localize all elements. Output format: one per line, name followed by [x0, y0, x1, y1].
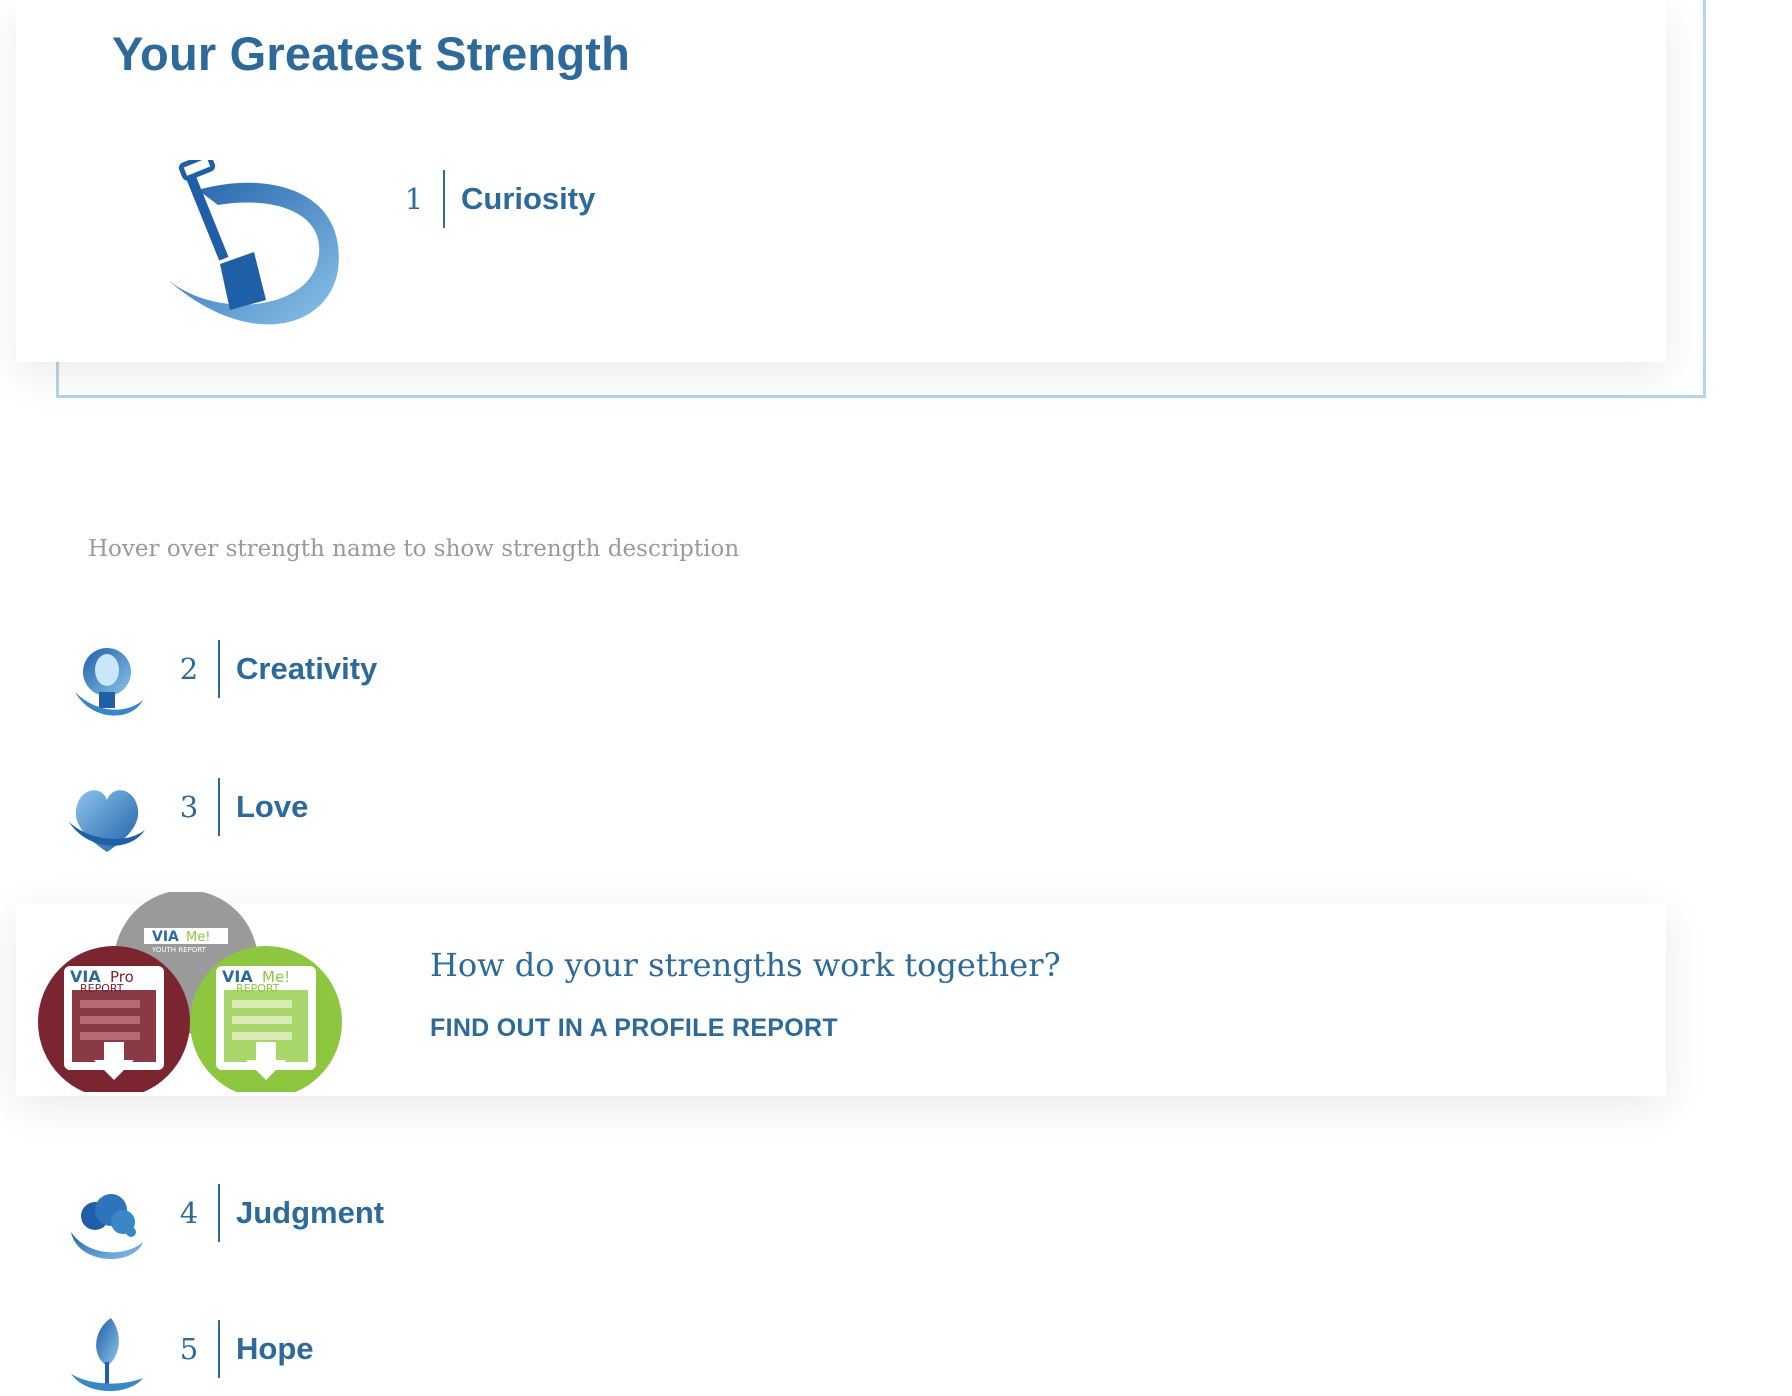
- strength-name-judgment[interactable]: Judgment: [236, 1195, 384, 1231]
- strength-name-love[interactable]: Love: [236, 789, 308, 825]
- love-heart-icon: [69, 790, 145, 852]
- strength-rank: 5: [179, 1332, 199, 1366]
- top-strength-row: 1 Curiosity: [401, 170, 595, 228]
- svg-text:VIA: VIA: [152, 929, 179, 945]
- hover-hint: Hover over strength name to show strengt…: [88, 536, 740, 562]
- strength-rank: 3: [179, 790, 199, 824]
- svg-text:YOUTH REPORT: YOUTH REPORT: [151, 946, 207, 954]
- rank-divider: [218, 1184, 220, 1242]
- curiosity-shovel-icon: [168, 160, 339, 325]
- strength-row-2: 2 Creativity: [176, 640, 377, 698]
- rank-divider: [218, 778, 220, 836]
- strength-row-4: 4 Judgment: [176, 1184, 384, 1242]
- strength-name-hope[interactable]: Hope: [236, 1331, 314, 1367]
- report-badges-icon: VIA Me! YOUTH REPORT VIA Pro REPORT VIA …: [38, 892, 342, 1092]
- svg-text:REPORT: REPORT: [236, 982, 280, 995]
- strength-rank: 4: [179, 1196, 199, 1230]
- svg-text:REPORT: REPORT: [80, 982, 124, 995]
- profile-report-link[interactable]: FIND OUT IN A PROFILE REPORT: [430, 1014, 838, 1043]
- judgment-cloud-icon: [71, 1194, 143, 1260]
- strength-rank: 2: [179, 652, 199, 686]
- greatest-strength-card: Your Greatest Strength 1 Curiosity: [16, 0, 1666, 362]
- promo-question: How do your strengths work together?: [430, 946, 1061, 984]
- rank-divider: [218, 1320, 220, 1378]
- strength-row-5: 5 Hope: [176, 1320, 314, 1378]
- strength-row-3: 3 Love: [176, 778, 308, 836]
- strength-name-creativity[interactable]: Creativity: [236, 651, 377, 687]
- rank-divider: [218, 640, 220, 698]
- creativity-lightbulb-icon: [75, 648, 143, 716]
- hope-sprout-icon: [71, 1318, 143, 1392]
- page-title: Your Greatest Strength: [112, 27, 631, 80]
- svg-text:Me!: Me!: [186, 930, 210, 945]
- profile-report-promo: VIA Me! YOUTH REPORT VIA Pro REPORT VIA …: [16, 892, 1666, 1096]
- strength-rank: 1: [404, 182, 424, 216]
- strength-name-curiosity[interactable]: Curiosity: [461, 181, 595, 217]
- rank-divider: [443, 170, 445, 228]
